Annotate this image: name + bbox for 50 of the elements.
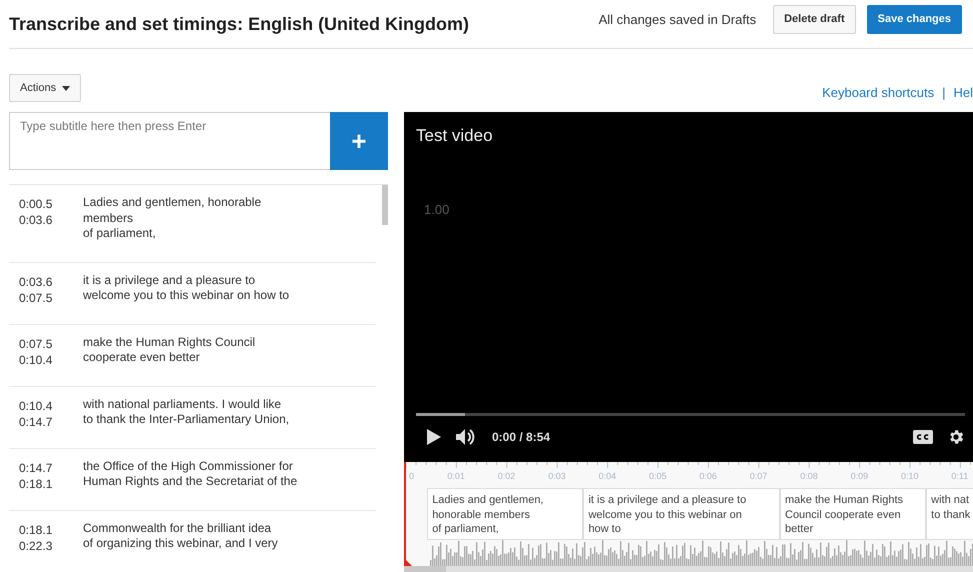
caption-times: 0:10.4 0:14.7 xyxy=(19,398,54,430)
page-title: Transcribe and set timings: English (United Kingdom) xyxy=(9,14,470,34)
caption-text[interactable]: Commonwealth for the brilliant idea of organizing this webinar, and I very xyxy=(83,520,278,572)
caption-times: 0:00.5 0:03.6 xyxy=(19,196,54,229)
time-tick: 0:10 xyxy=(901,471,919,481)
playhead[interactable] xyxy=(404,462,412,566)
time-tick: 0:02 xyxy=(498,471,516,481)
save-button[interactable]: Save changes xyxy=(866,4,962,34)
timeline-scrollbar[interactable] xyxy=(404,566,973,572)
caption-times: 0:18.1 0:22.3 xyxy=(19,522,54,554)
video-time: 0:00 / 8:54 xyxy=(492,430,550,444)
time-tick: 0:07 xyxy=(750,471,768,481)
video-player[interactable]: Test video 1.00 0:00 / 8:54 xyxy=(404,112,973,462)
caption-text[interactable]: the Office of the High Commissioner for Human Rights and the Secretariat of the xyxy=(83,458,298,510)
time-tick: 0:09 xyxy=(850,471,868,481)
play-icon[interactable] xyxy=(426,428,442,446)
time-tick: 0:08 xyxy=(800,471,818,481)
time-tick: 0:11 xyxy=(951,471,968,481)
timeline[interactable] xyxy=(404,462,973,572)
scrollbar-thumb[interactable] xyxy=(382,185,388,225)
caption-text[interactable]: make the Human Rights Council cooperate even better xyxy=(83,334,256,386)
caption-times: 0:03.6 0:07.5 xyxy=(19,274,54,306)
shortcuts-link[interactable]: Keyboard shortcuts xyxy=(822,84,934,100)
speed-label: 1.00 xyxy=(424,202,450,217)
actions-dropdown[interactable]: Actions xyxy=(9,74,82,102)
caption-times: 0:14.7 0:18.1 xyxy=(19,460,54,492)
time-tick: 0:06 xyxy=(699,471,717,481)
caption-text[interactable]: with national parliaments. I would like to thank the Inter-Parliamentary Union, xyxy=(83,396,290,448)
add-button[interactable]: + xyxy=(330,112,388,170)
save-status: All changes saved in Drafts xyxy=(598,12,756,26)
time-tick: 0:03 xyxy=(548,471,566,481)
caret-icon xyxy=(62,86,70,90)
delete-button[interactable]: Delete draft xyxy=(773,4,856,34)
help-link[interactable]: Hel xyxy=(953,84,973,100)
captions-icon[interactable] xyxy=(913,430,933,444)
timeline-cue[interactable]: with nat to thank xyxy=(926,488,973,540)
caption-text[interactable]: Ladies and gentlemen, honorable members of parliament, xyxy=(83,195,262,262)
timeline-cue[interactable]: it is a privilege and a pleasure to welcome you to this webinar on how to xyxy=(583,488,780,540)
timeline-cue[interactable]: make the Human Rights Council cooperate even better xyxy=(780,488,926,540)
time-tick: 0:04 xyxy=(598,471,616,481)
time-tick: 0:05 xyxy=(649,471,667,481)
progress-track[interactable] xyxy=(416,413,965,416)
caption-text[interactable]: it is a privilege and a pleasure to welcome you to this webinar on how to xyxy=(83,272,290,324)
timeline-cue[interactable]: Ladies and gentlemen, honorable members of parliament, xyxy=(427,488,584,540)
time-tick: 0 xyxy=(409,471,414,481)
caption-times: 0:07.5 0:10.4 xyxy=(19,336,54,368)
video-title: Test video xyxy=(416,126,494,146)
subtitle-input[interactable]: Type subtitle here then press Enter xyxy=(9,112,330,170)
time-tick: 0:01 xyxy=(447,471,465,481)
link-separator: | xyxy=(942,84,946,100)
